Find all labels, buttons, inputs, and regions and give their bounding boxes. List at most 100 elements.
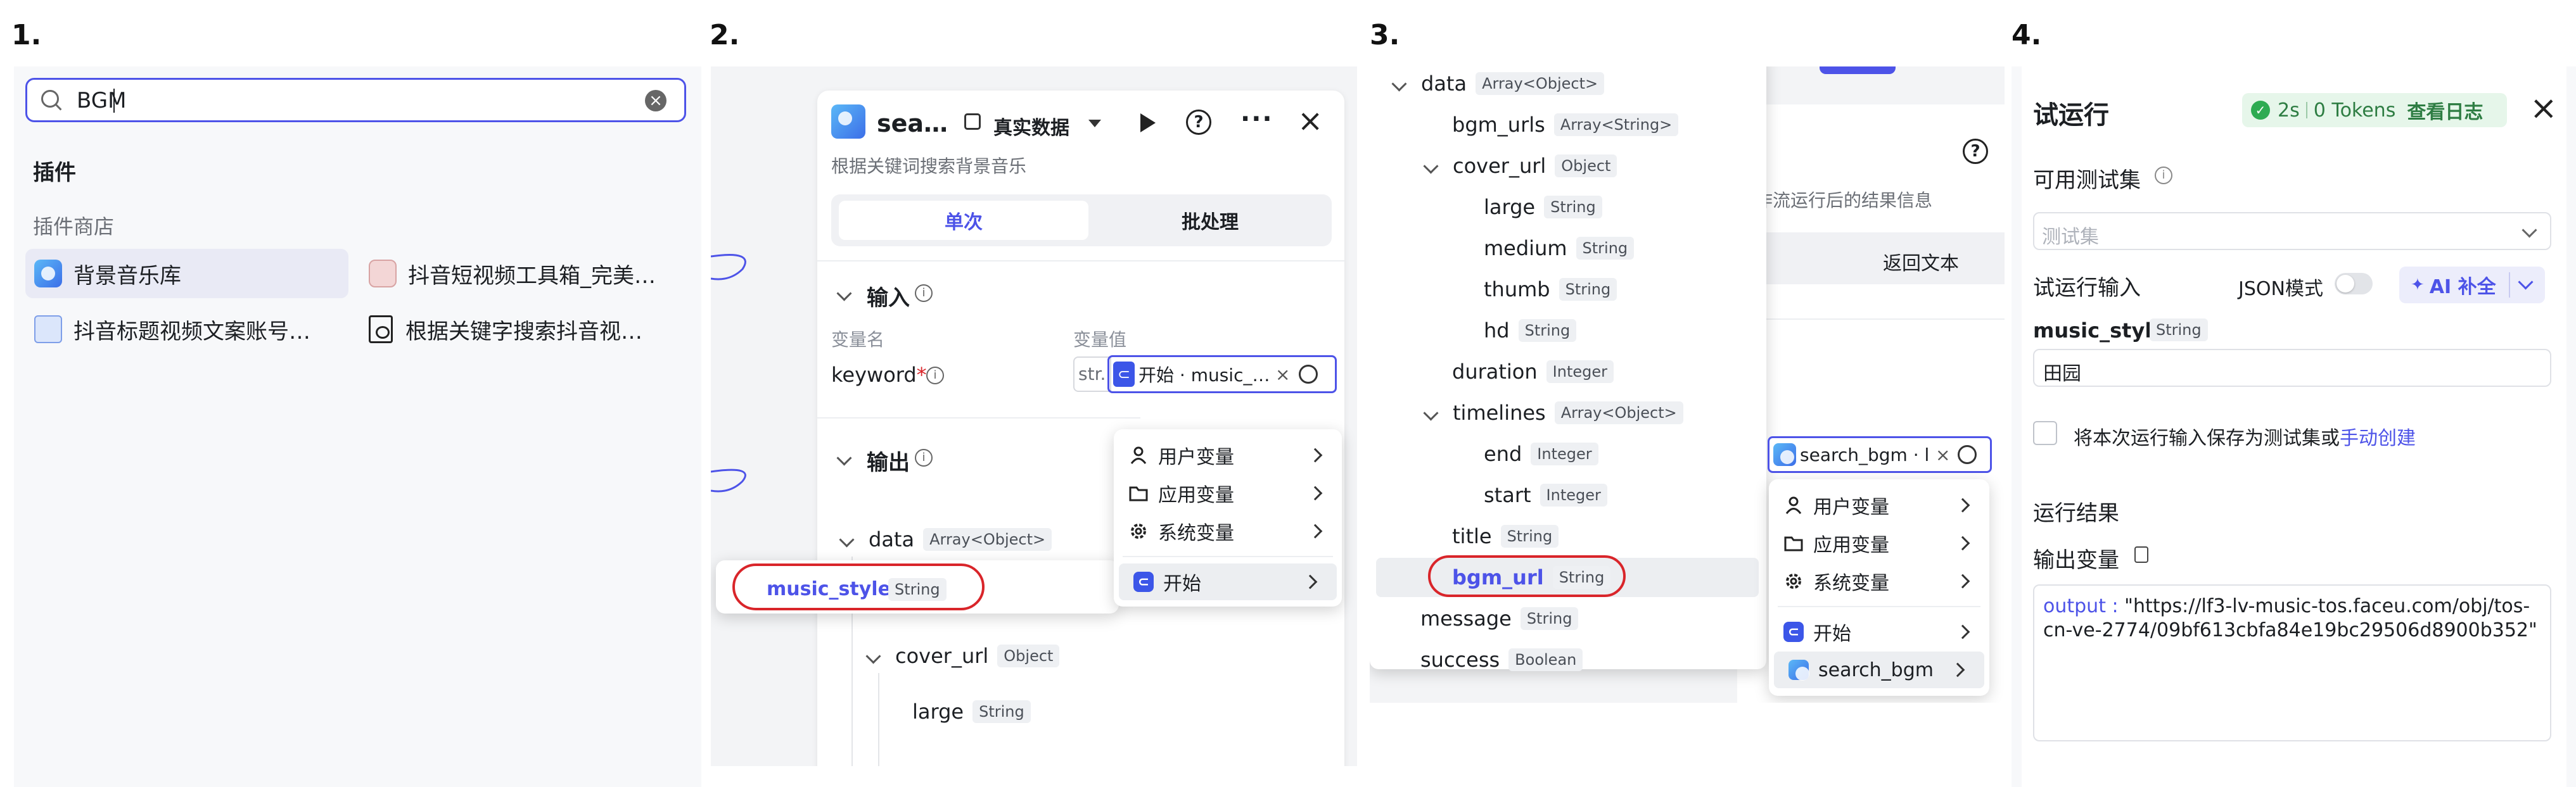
input-section-title: 输入: [867, 286, 910, 311]
close-icon[interactable]: ×: [2530, 89, 2558, 127]
search-input[interactable]: BGM ×: [25, 78, 686, 122]
tab-batch[interactable]: 批处理: [1088, 201, 1332, 240]
json-mode-label: JSON模式: [2238, 278, 2323, 300]
variable-picker-icon[interactable]: [1299, 365, 1318, 384]
tree-item-medium[interactable]: medium String: [1484, 236, 1635, 260]
sparkle-icon: ✦: [2411, 275, 2425, 294]
folder-icon: [1128, 482, 1149, 504]
user-icon: [1128, 444, 1149, 466]
tree-item-title[interactable]: title String: [1452, 524, 1559, 548]
variable-type-menu: 用户变量 应用变量 系统变量 ⊂ 开始 search_bgm: [1769, 479, 1989, 696]
menu-item-start[interactable]: ⊂ 开始: [1769, 614, 1989, 650]
param-value-input[interactable]: 田园: [2033, 349, 2551, 387]
chevron-down-icon[interactable]: [836, 450, 852, 466]
ai-fill-button[interactable]: ✦ AI 补全: [2399, 267, 2545, 303]
menu-item-system-variables[interactable]: 系统变量: [1769, 563, 1989, 600]
plugin-result-item[interactable]: 抖音标题视频文案账号…: [25, 305, 348, 354]
output-key: output :: [2043, 595, 2119, 617]
tab-single[interactable]: 单次: [839, 201, 1088, 240]
chevron-down-icon[interactable]: [836, 286, 852, 301]
node-description: 工作流运行后的结果信息: [1737, 190, 1933, 211]
menu-item-app-variables[interactable]: 应用变量: [1769, 525, 1989, 562]
info-icon: i: [915, 284, 933, 302]
start-node-icon: ⊂: [1113, 362, 1135, 387]
caret-down-icon: [1088, 120, 1101, 127]
node-title: sea…: [877, 110, 948, 137]
output-tree-row: cover_url Object: [865, 644, 1060, 668]
help-icon[interactable]: ?: [1186, 110, 1211, 135]
variable-reference-input[interactable]: search_bgm · l ×: [1768, 436, 1992, 473]
tree-item-message[interactable]: message String: [1420, 607, 1579, 631]
plugin-search-panel: BGM × 插件 插件商店 背景音乐库 抖音短视频工具箱_完美… 抖音标题视频文…: [14, 66, 701, 787]
mode-tabs: 单次 批处理: [831, 194, 1332, 246]
step-number-3: 3.: [1370, 19, 1400, 51]
param-name: music_style: [2033, 318, 2165, 343]
tab-return-text[interactable]: 返回文本: [1883, 248, 1959, 275]
document-icon: [369, 315, 393, 343]
plugin-store-section-title: 插件商店: [33, 215, 115, 239]
remove-icon[interactable]: ×: [1935, 444, 1950, 465]
plugin-logo-icon: [369, 260, 397, 287]
tree-item-success[interactable]: success Boolean: [1420, 648, 1583, 672]
json-mode-toggle[interactable]: [2335, 273, 2373, 294]
plugin-result-item[interactable]: 抖音短视频工具箱_完美…: [369, 249, 692, 298]
menu-item-start[interactable]: ⊂ 开始: [1119, 563, 1337, 600]
plugin-result-item[interactable]: 背景音乐库: [25, 249, 348, 298]
start-node-icon: ⊂: [1133, 571, 1154, 593]
canvas-connector-lines: [711, 254, 746, 493]
plugin-logo-icon: [1788, 659, 1809, 681]
save-test-set-text: 将本次运行输入保存为测试集或手动创建: [2074, 427, 2416, 450]
output-variable-picker-panel: ? 工作流运行后的结果信息 返回文本 data Array<Object> bgm…: [1370, 66, 2005, 703]
start-node-icon: ⊂: [1783, 621, 1804, 643]
tree-item-thumb[interactable]: thumb String: [1484, 277, 1617, 301]
tree-item-hd[interactable]: hd String: [1484, 318, 1577, 343]
menu-item-app-variables[interactable]: 应用变量: [1114, 475, 1342, 512]
data-mode-select[interactable]: 真实数据: [993, 112, 1069, 140]
save-test-set-checkbox[interactable]: [2033, 421, 2057, 445]
tree-item-timelines[interactable]: timelines Array<Object>: [1423, 401, 1683, 425]
tree-item-bgm-urls[interactable]: bgm_urls Array<String>: [1452, 113, 1679, 137]
plugin-logo-icon: [34, 315, 62, 343]
help-icon[interactable]: ?: [1963, 139, 1988, 164]
tree-item-end[interactable]: end Integer: [1484, 442, 1598, 466]
more-icon[interactable]: ···: [1240, 104, 1273, 134]
highlight-annotation: [732, 563, 985, 610]
close-icon[interactable]: ×: [1298, 103, 1323, 139]
plugin-logo-icon: [1773, 443, 1796, 466]
menu-item-user-variables[interactable]: 用户变量: [1769, 487, 1989, 524]
tree-item-data[interactable]: data Array<Object>: [1391, 72, 1605, 96]
output-tree-row: data Array<Object>: [839, 527, 1052, 551]
plugin-result-item[interactable]: 根据关键字搜索抖音视…: [369, 305, 692, 354]
run-button-edge: [1820, 66, 1896, 74]
clear-icon[interactable]: ×: [645, 90, 666, 111]
copy-icon[interactable]: [2134, 546, 2148, 563]
tree-item-cover-url[interactable]: cover_url Object: [1423, 154, 1617, 178]
highlight-annotation: [1428, 555, 1626, 597]
plugin-logo-icon: [831, 104, 865, 139]
test-run-panel: 试运行 ✓ 2s 0 Tokens 查看日志 × 可用测试集 i 测试集 试运行…: [2012, 66, 2576, 787]
variable-picker-icon[interactable]: [1958, 445, 1977, 464]
view-log-link[interactable]: 查看日志: [2407, 96, 2483, 124]
user-icon: [1783, 494, 1804, 516]
menu-item-user-variables[interactable]: 用户变量: [1114, 437, 1342, 474]
var-value-header: 变量值: [1073, 329, 1127, 350]
run-icon[interactable]: [1140, 113, 1156, 132]
variable-type-menu: 用户变量 应用变量 系统变量 ⊂ 开始: [1114, 429, 1342, 607]
run-status-badge: ✓ 2s 0 Tokens 查看日志: [2242, 93, 2507, 127]
tree-item-duration[interactable]: duration Integer: [1452, 360, 1614, 384]
remove-icon[interactable]: ×: [1275, 364, 1290, 385]
menu-item-system-variables[interactable]: 系统变量: [1114, 513, 1342, 550]
test-set-label: 可用测试集: [2033, 168, 2141, 193]
value-type-select[interactable]: str.: [1073, 356, 1111, 392]
test-set-select[interactable]: 测试集: [2033, 212, 2551, 250]
tree-item-large[interactable]: large String: [1484, 195, 1602, 219]
keyword-label: keyword*: [831, 363, 927, 387]
folder-icon: [1783, 532, 1804, 554]
check-circle-icon: ✓: [2251, 101, 2270, 120]
tree-item-start[interactable]: start Integer: [1484, 483, 1607, 507]
manual-create-link[interactable]: 手动创建: [2340, 427, 2416, 450]
variable-reference-input[interactable]: ⊂ 开始 · music_… ×: [1107, 355, 1337, 393]
output-value-box: output : "https://lf3-lv-music-tos.faceu…: [2033, 584, 2551, 741]
menu-item-search-bgm[interactable]: search_bgm: [1774, 652, 1984, 688]
info-icon: i: [2155, 167, 2172, 184]
